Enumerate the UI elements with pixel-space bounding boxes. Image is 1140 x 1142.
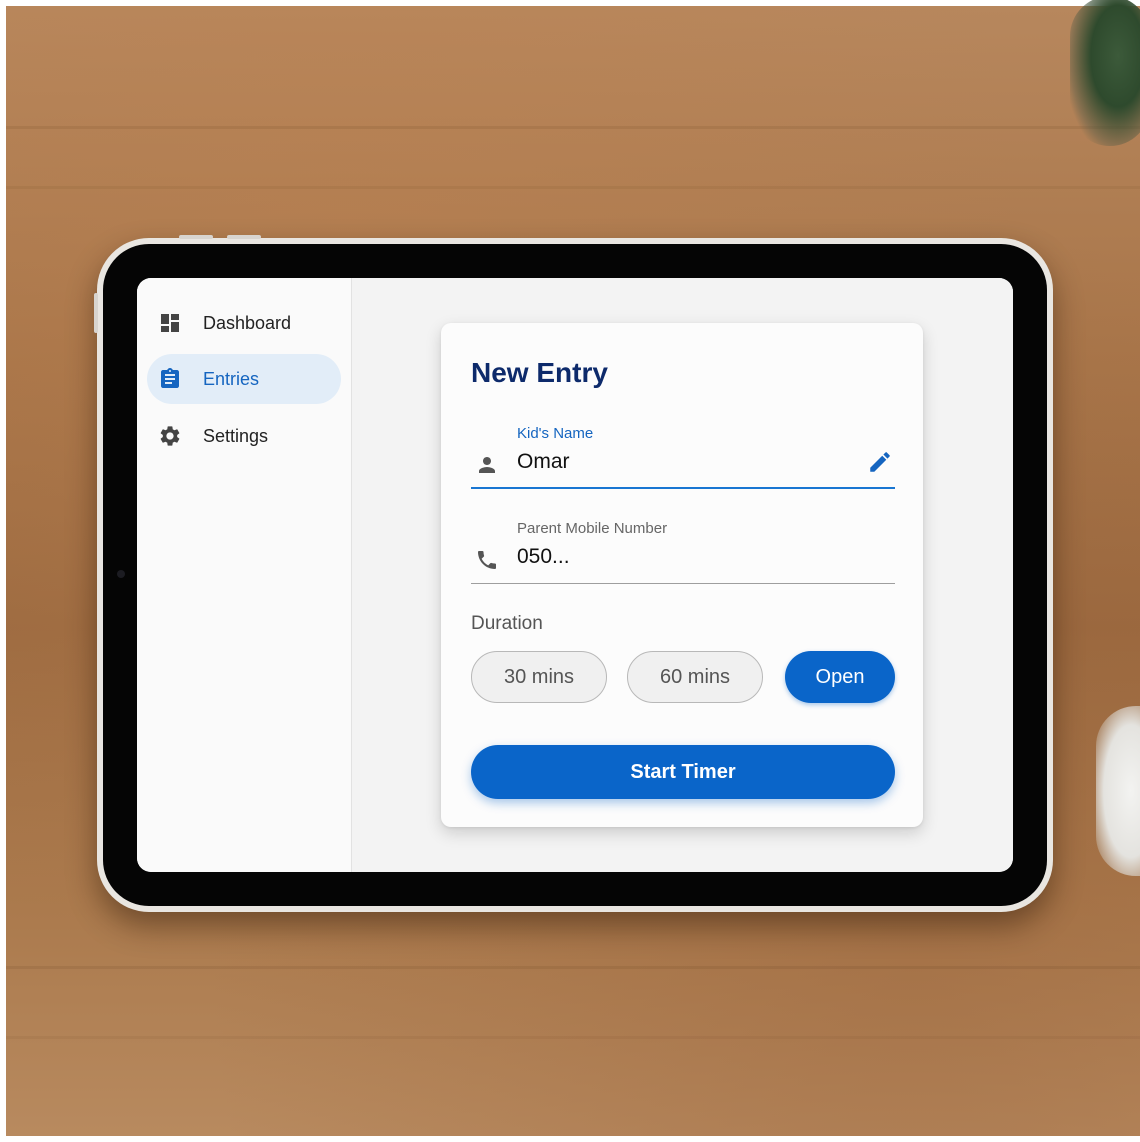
duration-30-chip[interactable]: 30 mins (471, 651, 607, 703)
dashboard-icon (157, 310, 183, 336)
parent-mobile-underline (471, 583, 895, 584)
sidebar-item-settings[interactable]: Settings (147, 411, 341, 461)
power-button (94, 293, 98, 333)
volume-button (179, 235, 213, 239)
phone-icon (475, 548, 499, 572)
sidebar-item-dashboard[interactable]: Dashboard (147, 298, 341, 348)
sidebar-item-label: Entries (203, 368, 260, 389)
kid-name-underline (471, 487, 895, 489)
start-timer-button[interactable]: Start Timer (471, 745, 895, 799)
sidebar-item-label: Dashboard (203, 312, 292, 333)
plant-blur (1070, 0, 1140, 146)
mouse-blur (1096, 706, 1140, 876)
new-entry-card: New Entry Kid's Name Par (441, 323, 923, 827)
front-camera (117, 570, 125, 578)
sidebar-item-label: Settings (203, 425, 269, 446)
parent-mobile-input[interactable] (517, 542, 847, 572)
gear-icon (157, 423, 183, 449)
duration-open-chip[interactable]: Open (785, 651, 895, 703)
tablet-device: Dashboard Entries Settings New Entry Kid… (94, 235, 1053, 912)
app-screen: Dashboard Entries Settings New Entry Kid… (137, 278, 1013, 872)
page-title: New Entry (471, 357, 608, 388)
kid-name-input[interactable] (517, 447, 847, 477)
main-content: New Entry Kid's Name Par (352, 278, 1013, 872)
parent-mobile-field: Parent Mobile Number (471, 514, 895, 584)
sidebar: Dashboard Entries Settings (137, 278, 352, 872)
duration-60-chip[interactable]: 60 mins (627, 651, 763, 703)
kid-name-field: Kid's Name (471, 419, 895, 489)
parent-mobile-label: Parent Mobile Number (517, 520, 668, 537)
duration-label: Duration (471, 613, 543, 634)
kid-name-label: Kid's Name (517, 425, 594, 442)
clipboard-icon (157, 366, 183, 392)
person-icon (475, 453, 499, 477)
volume-button (227, 235, 261, 239)
sidebar-item-entries[interactable]: Entries (147, 354, 341, 404)
pencil-icon[interactable] (867, 449, 893, 475)
